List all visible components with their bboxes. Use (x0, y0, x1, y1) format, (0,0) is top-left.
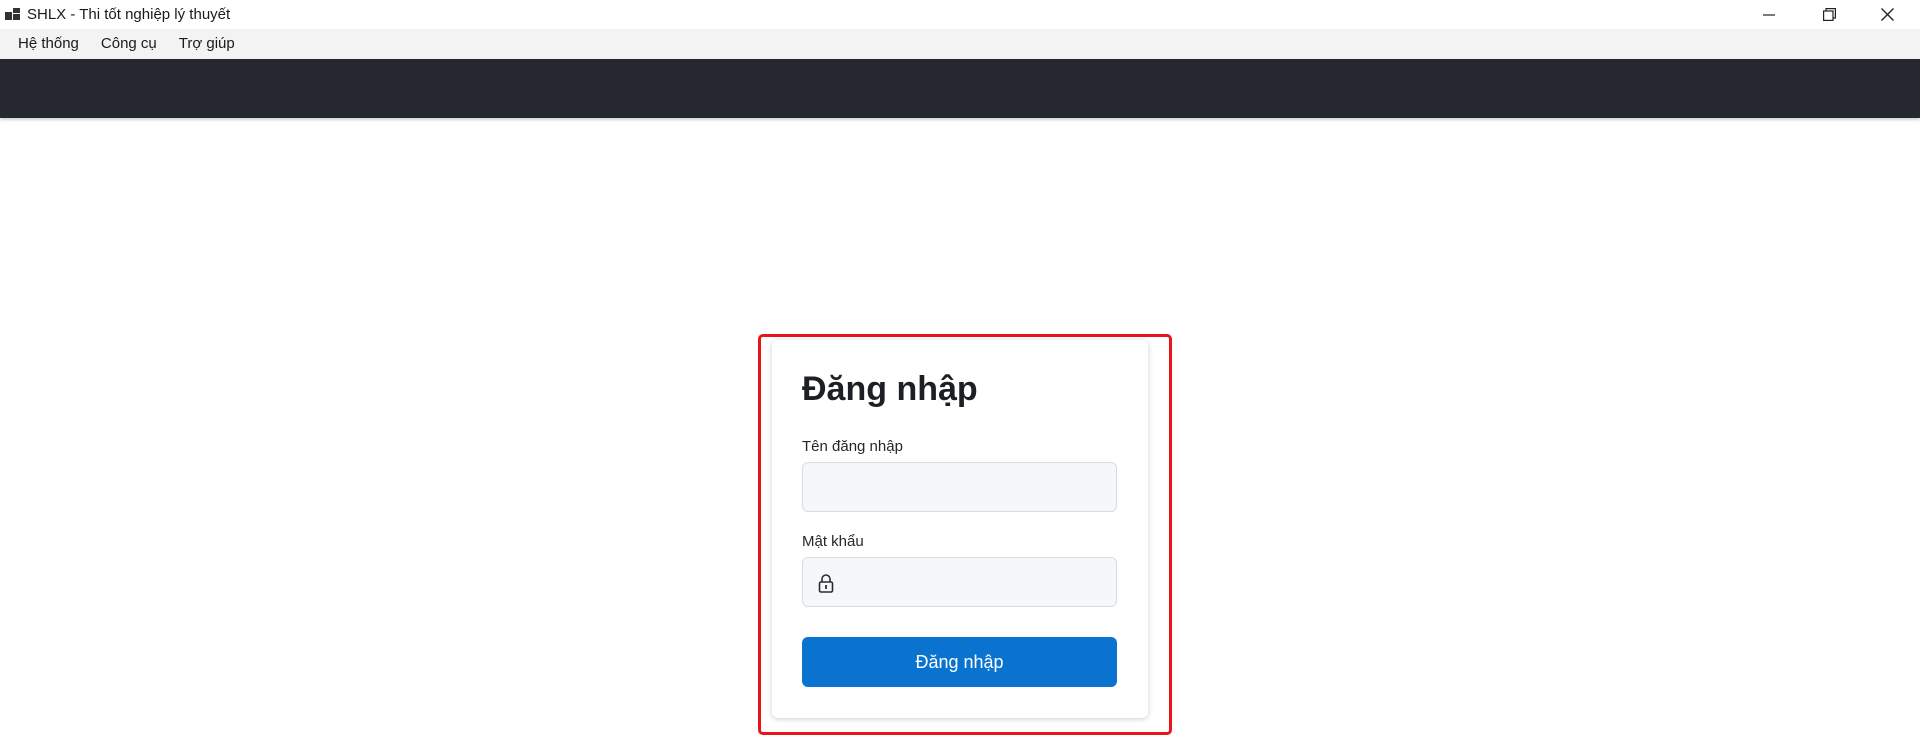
menu-bar: Hệ thống Công cụ Trợ giúp (0, 29, 1920, 59)
password-input[interactable] (802, 557, 1117, 607)
login-button[interactable]: Đăng nhập (802, 637, 1117, 687)
header-band (0, 59, 1920, 118)
login-card: Đăng nhập Tên đăng nhập Mật khẩu Đăng nh… (772, 340, 1148, 718)
minimize-button[interactable] (1740, 0, 1798, 29)
login-title: Đăng nhập (802, 370, 978, 408)
menu-tro-giup[interactable]: Trợ giúp (168, 29, 246, 59)
minimize-icon (1763, 13, 1775, 16)
app-icon (5, 8, 20, 20)
username-label: Tên đăng nhập (802, 438, 903, 455)
close-icon (1880, 8, 1894, 21)
username-input[interactable] (802, 462, 1117, 512)
title-bar: SHLX - Thi tốt nghiệp lý thuyết (0, 0, 1920, 29)
lock-icon (818, 574, 834, 593)
window-title: SHLX - Thi tốt nghiệp lý thuyết (27, 6, 231, 23)
restore-button[interactable] (1800, 0, 1858, 29)
close-button[interactable] (1858, 0, 1916, 29)
menu-he-thong[interactable]: Hệ thống (7, 29, 90, 59)
restore-icon (1822, 8, 1836, 21)
password-label: Mật khẩu (802, 533, 864, 550)
menu-cong-cu[interactable]: Công cụ (90, 29, 168, 59)
